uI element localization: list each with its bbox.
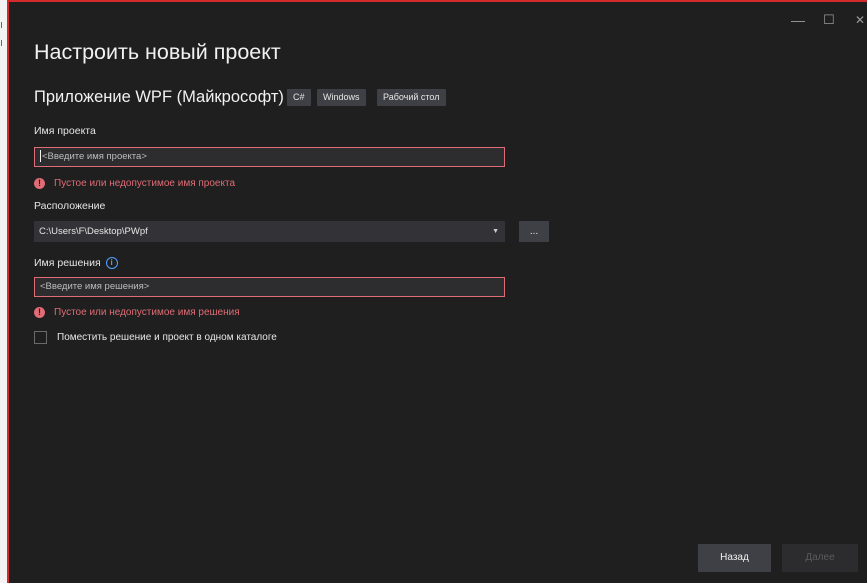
info-icon[interactable]: i xyxy=(105,257,118,270)
project-name-label: Имя проекта xyxy=(34,125,96,137)
text-caret xyxy=(40,150,41,163)
project-name-placeholder: <Введите имя проекта> xyxy=(42,151,147,162)
location-combobox[interactable]: C:\Users\F\Desktop\PWpf ▼ xyxy=(34,221,505,242)
tag-desktop: Рабочий стол xyxy=(377,89,446,106)
configure-project-dialog: — ☐ ✕ Настроить новый проект Приложение … xyxy=(9,2,867,583)
solution-name-label-row: Имя решения i xyxy=(34,257,118,270)
project-name-input[interactable]: <Введите имя проекта> xyxy=(34,147,505,167)
location-label: Расположение xyxy=(34,200,106,212)
minimize-button[interactable]: — xyxy=(791,12,805,28)
project-name-error-text: Пустое или недопустимое имя проекта xyxy=(54,178,236,189)
project-name-error: ! Пустое или недопустимое имя проекта xyxy=(34,178,235,190)
same-directory-checkbox-row[interactable]: Поместить решение и проект в одном катал… xyxy=(34,331,277,344)
close-button[interactable]: ✕ xyxy=(855,12,865,28)
edge-mark xyxy=(1,40,6,46)
page-title: Настроить новый проект xyxy=(34,40,281,64)
next-button[interactable]: Далее xyxy=(782,544,858,572)
solution-name-input[interactable]: <Введите имя решения> xyxy=(34,277,505,297)
error-icon: ! xyxy=(34,307,45,318)
back-button[interactable]: Назад xyxy=(698,544,771,572)
browse-button[interactable]: ... xyxy=(519,221,549,242)
error-icon: ! xyxy=(34,178,45,189)
solution-name-placeholder: <Введите имя решения> xyxy=(40,281,150,292)
edge-mark xyxy=(1,22,6,28)
template-name: Приложение WPF (Майкрософт) xyxy=(34,88,284,106)
same-directory-checkbox[interactable] xyxy=(34,331,47,344)
same-directory-label: Поместить решение и проект в одном катал… xyxy=(57,332,277,344)
solution-name-error-text: Пустое или недопустимое имя решения xyxy=(54,307,240,318)
location-value: C:\Users\F\Desktop\PWpf xyxy=(39,226,148,237)
solution-name-error: ! Пустое или недопустимое имя решения xyxy=(34,307,240,319)
tag-csharp: C# xyxy=(287,89,311,106)
chevron-down-icon[interactable]: ▼ xyxy=(492,221,499,242)
maximize-button[interactable]: ☐ xyxy=(823,12,835,28)
solution-name-label: Имя решения xyxy=(34,257,101,269)
tag-windows: Windows xyxy=(317,89,366,106)
background-window-edge xyxy=(0,0,7,583)
